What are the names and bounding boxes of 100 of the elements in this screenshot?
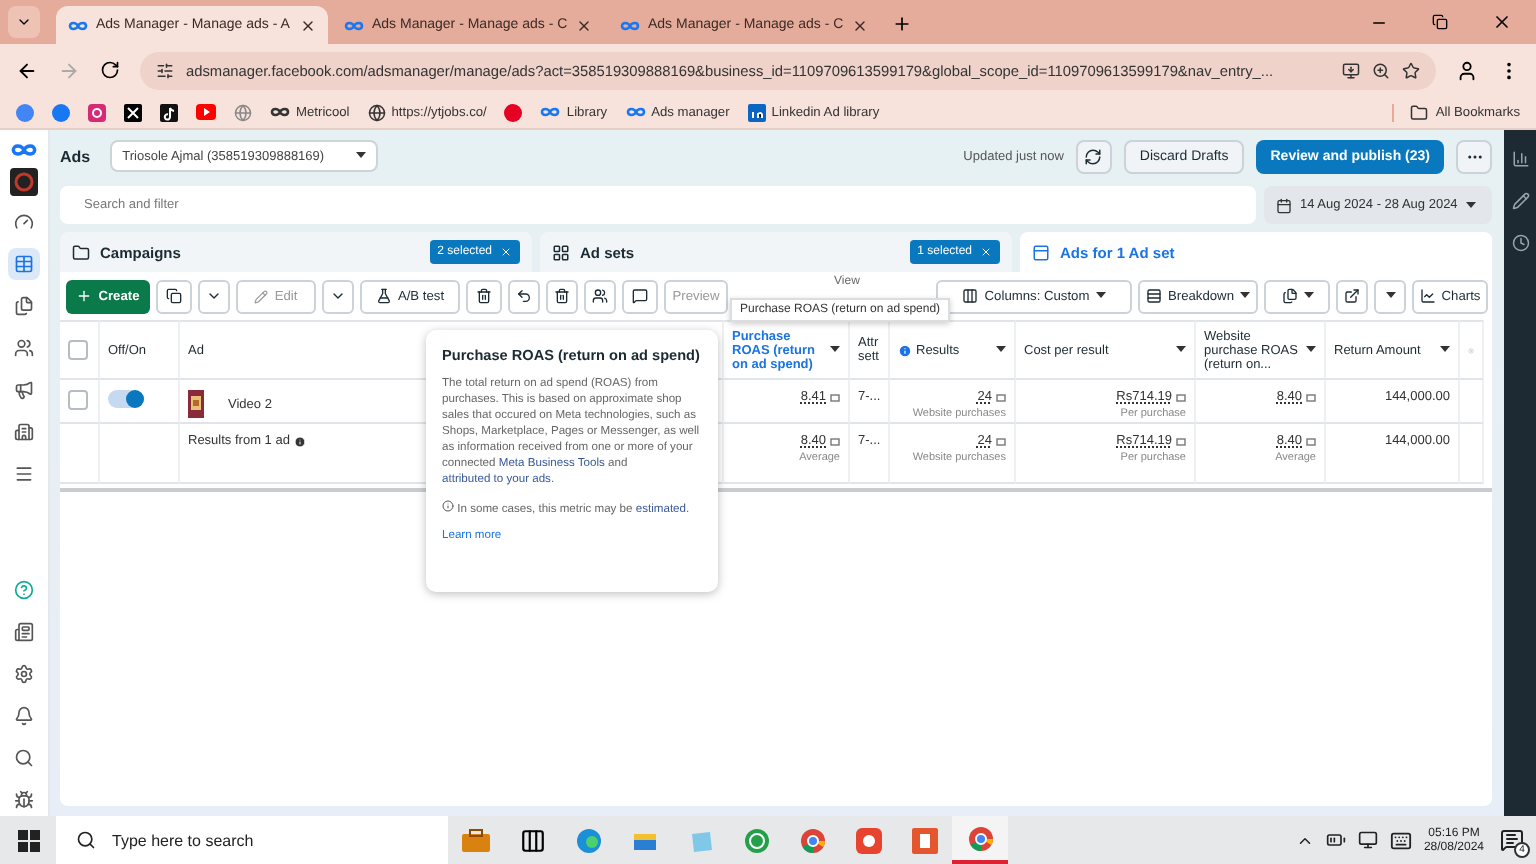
dropdown-button[interactable] xyxy=(1374,279,1406,313)
delete-button[interactable] xyxy=(466,279,502,313)
infinity-icon xyxy=(344,19,364,31)
tab-search-button[interactable] xyxy=(8,6,40,38)
flask-icon xyxy=(375,288,392,304)
compare-icon[interactable] xyxy=(1176,393,1186,401)
star-icon[interactable] xyxy=(1402,61,1420,79)
google-icon[interactable] xyxy=(16,103,34,121)
facebook-icon[interactable] xyxy=(52,103,70,121)
caret-icon[interactable] xyxy=(996,346,1006,354)
plus-icon xyxy=(76,288,93,304)
recorder-icon xyxy=(855,827,881,853)
bell-icon xyxy=(14,706,34,726)
caret-icon[interactable] xyxy=(1440,346,1450,354)
caret-icon[interactable] xyxy=(1465,201,1476,209)
toggle-switch[interactable] xyxy=(108,390,144,408)
compare-icon[interactable] xyxy=(996,393,1006,401)
rows-icon xyxy=(1146,288,1162,304)
compare-icon[interactable] xyxy=(830,393,840,401)
whatsapp-icon xyxy=(743,827,769,853)
sliders-icon[interactable] xyxy=(156,61,174,79)
select-all-checkbox[interactable] xyxy=(68,340,88,360)
restore-icon[interactable] xyxy=(1432,14,1448,30)
back-icon[interactable] xyxy=(16,59,38,81)
message-icon xyxy=(1500,828,1524,852)
music-note-icon[interactable] xyxy=(160,103,178,121)
caret-icon xyxy=(330,288,346,304)
pinterest-icon[interactable] xyxy=(504,103,523,121)
undo-icon xyxy=(516,288,532,304)
new-tab-icon[interactable] xyxy=(892,14,912,34)
folder-icon xyxy=(1409,103,1428,121)
caret-icon[interactable] xyxy=(356,152,367,160)
avatar-icon[interactable] xyxy=(10,168,38,196)
compare-icon[interactable] xyxy=(1176,437,1186,445)
copy-icon xyxy=(166,288,182,304)
infinity-icon xyxy=(68,19,88,31)
taskbar-search[interactable]: Type here to search xyxy=(56,816,448,864)
profile-icon[interactable] xyxy=(1456,59,1478,81)
infinity-icon xyxy=(625,106,646,118)
folder-icon xyxy=(72,243,90,261)
help-icon xyxy=(14,580,34,600)
compare-icon[interactable] xyxy=(830,437,840,445)
export-button[interactable] xyxy=(1336,279,1368,313)
caret-icon xyxy=(16,14,32,30)
app-title: Ads xyxy=(60,147,91,165)
people-icon xyxy=(14,338,34,358)
battery-icon[interactable] xyxy=(1325,830,1346,850)
info-icon xyxy=(442,500,454,512)
chart-icon xyxy=(1419,288,1436,304)
caret-icon[interactable] xyxy=(1306,346,1316,354)
search-icon xyxy=(14,748,34,768)
compare-icon[interactable] xyxy=(1306,393,1316,401)
comment-button[interactable] xyxy=(622,279,658,313)
meta-logo-icon xyxy=(10,142,38,158)
instagram-icon[interactable] xyxy=(88,103,106,121)
caret-icon[interactable] xyxy=(1176,346,1186,354)
caret-icon[interactable] xyxy=(1385,292,1395,300)
keyboard-icon[interactable] xyxy=(1389,829,1412,851)
linkedin-icon xyxy=(747,103,766,121)
reports-button[interactable] xyxy=(1264,279,1330,313)
close-icon[interactable] xyxy=(852,17,868,33)
close-icon[interactable] xyxy=(1492,12,1512,32)
globe-icon[interactable] xyxy=(234,103,252,121)
trash-icon xyxy=(554,288,570,304)
edge-icon xyxy=(575,827,601,853)
caret-icon[interactable] xyxy=(1240,292,1250,300)
pages-icon xyxy=(14,296,34,316)
compare-icon[interactable] xyxy=(996,437,1006,445)
play-icon[interactable] xyxy=(196,104,216,120)
reload-icon[interactable] xyxy=(100,60,120,80)
pages-icon xyxy=(1281,288,1297,304)
close-icon xyxy=(980,246,992,258)
refresh-button[interactable] xyxy=(1075,139,1112,173)
row-checkbox[interactable] xyxy=(68,390,88,410)
sidebar-item[interactable] xyxy=(8,248,40,280)
duplicate-button[interactable] xyxy=(156,279,192,313)
clock-icon[interactable] xyxy=(1511,234,1529,252)
close-icon xyxy=(500,246,512,258)
delete-button[interactable] xyxy=(546,279,578,313)
people-button[interactable] xyxy=(584,279,616,313)
x-logo-icon[interactable] xyxy=(124,103,142,121)
zoom-icon[interactable] xyxy=(1372,61,1390,79)
pencil-icon[interactable] xyxy=(1511,192,1529,210)
network-icon[interactable] xyxy=(1357,830,1378,850)
globe-icon xyxy=(367,103,386,121)
window-icon xyxy=(1032,243,1050,261)
comment-icon xyxy=(632,288,648,304)
compare-icon[interactable] xyxy=(1306,437,1316,445)
undo-button[interactable] xyxy=(508,279,540,313)
caret-icon[interactable] xyxy=(1095,292,1106,300)
close-icon[interactable] xyxy=(300,17,316,33)
search-icon xyxy=(76,830,96,850)
info-icon[interactable] xyxy=(293,435,306,447)
caret-icon[interactable] xyxy=(1303,292,1313,300)
close-icon[interactable] xyxy=(576,17,592,33)
install-icon[interactable] xyxy=(1342,61,1360,79)
task-view-icon xyxy=(519,827,545,853)
caret-icon[interactable] xyxy=(830,346,840,354)
chrome-icon xyxy=(967,825,993,851)
chart-icon[interactable] xyxy=(1511,150,1529,168)
